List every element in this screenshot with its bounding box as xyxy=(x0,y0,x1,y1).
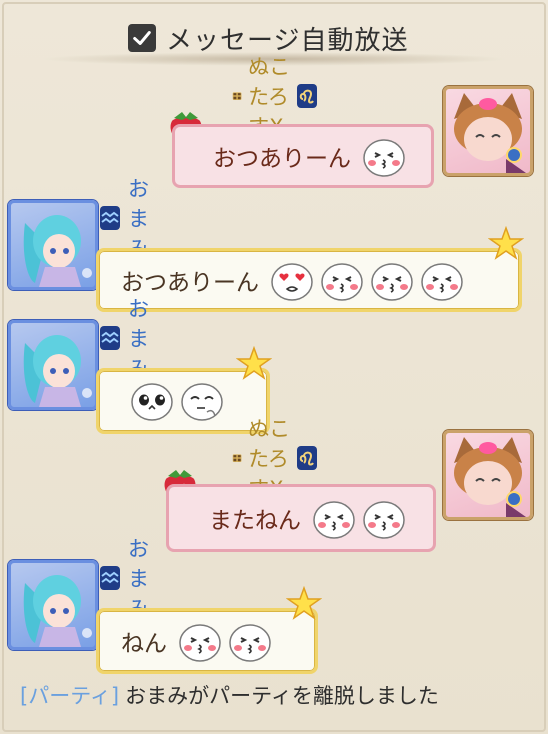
leo-zodiac-icon xyxy=(297,446,317,470)
girl-avatar-icon xyxy=(23,335,92,407)
guild-emblem-icon xyxy=(232,92,242,100)
message-text: またねん xyxy=(209,508,301,534)
sender-row: おまみ xyxy=(100,297,153,381)
sender-row: ぬこたろすX xyxy=(232,417,317,501)
kiss-face-emoji-icon xyxy=(421,263,463,301)
heart-eyes-face-emoji-icon xyxy=(271,263,313,301)
sender-row: おまみ xyxy=(100,177,153,261)
leo-zodiac-icon xyxy=(297,84,317,108)
message-bubble: おつありーん xyxy=(172,124,434,188)
kiss-face-emoji-icon xyxy=(229,624,271,662)
aquarius-zodiac-icon xyxy=(100,206,120,230)
avatar[interactable] xyxy=(443,86,533,176)
checkbox-checked-icon[interactable] xyxy=(128,24,156,52)
girl-avatar-icon xyxy=(23,575,92,647)
auto-broadcast-toggle[interactable]: メッセージ自動放送 xyxy=(128,22,408,56)
kiss-face-emoji-icon xyxy=(371,263,413,301)
star-icon xyxy=(236,346,272,380)
message-bubble: またねん xyxy=(166,484,436,552)
cat-hood-avatar-icon xyxy=(454,437,526,517)
avatar[interactable] xyxy=(8,200,98,290)
aquarius-zodiac-icon xyxy=(100,566,120,590)
avatar[interactable] xyxy=(443,430,533,520)
kiss-face-emoji-icon xyxy=(179,624,221,662)
kiss-face-emoji-icon xyxy=(363,501,405,539)
message-text: おつありーん xyxy=(213,146,351,172)
avatar[interactable] xyxy=(8,320,98,410)
chat-window: メッセージ自動放送 ぬこたろすX おつありーん xyxy=(0,0,548,734)
sender-row: ぬこたろすX xyxy=(232,55,317,139)
thinking-face-emoji-icon xyxy=(181,383,223,421)
system-message: [パーティ] おまみがパーティを離脱しました xyxy=(20,680,439,710)
message-text: おつありーん xyxy=(121,270,259,296)
kiss-face-emoji-icon xyxy=(313,501,355,539)
party-channel-tag[interactable]: [パーティ] xyxy=(20,684,119,708)
sender-row: おまみ xyxy=(100,537,153,621)
system-message-text: おまみがパーティを離脱しました xyxy=(125,684,439,708)
message-bubble: おつありーん xyxy=(96,248,522,312)
message-bubble: ねん xyxy=(96,608,318,674)
aquarius-zodiac-icon xyxy=(100,326,120,350)
guild-emblem-icon xyxy=(232,454,242,462)
kiss-face-emoji-icon xyxy=(321,263,363,301)
avatar[interactable] xyxy=(8,560,98,650)
cat-hood-avatar-icon xyxy=(454,93,526,173)
teary-eyes-face-emoji-icon xyxy=(131,383,173,421)
kiss-face-emoji-icon xyxy=(363,139,405,177)
star-icon xyxy=(286,586,322,620)
girl-avatar-icon xyxy=(23,215,92,287)
message-text: ねん xyxy=(121,631,167,657)
star-icon xyxy=(488,226,524,260)
